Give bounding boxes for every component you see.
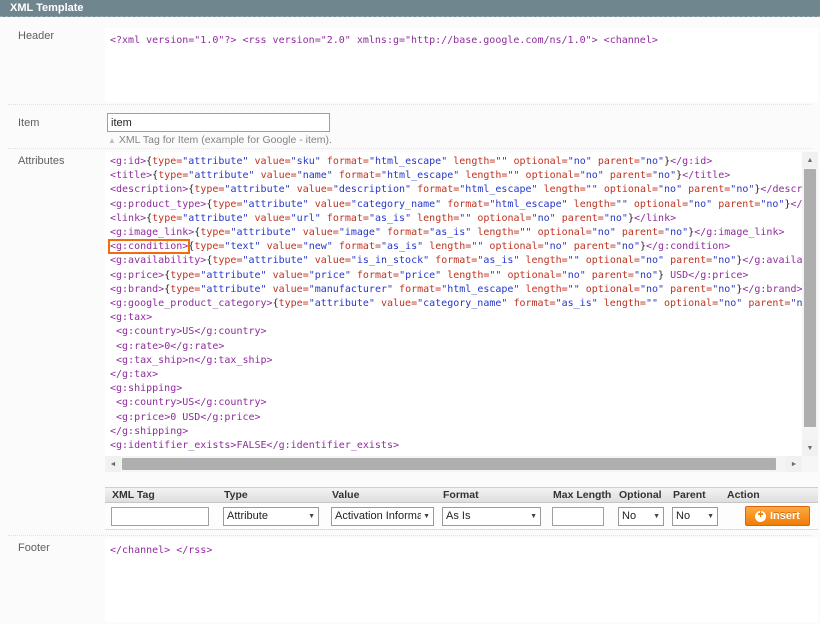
col-header-max-length: Max Length [546, 489, 612, 501]
code-line: </g:shipping> [110, 425, 802, 439]
table-input-row: Attribute ▼ Activation Informatio ▼ As I… [105, 503, 818, 530]
attribute-insert-table: XML Tag Type Value Format Max Length Opt… [105, 487, 818, 530]
insert-button[interactable]: + Insert [745, 506, 810, 526]
chevron-down-icon: ▼ [707, 513, 714, 520]
col-header-format: Format [436, 489, 546, 501]
chevron-down-icon: ▼ [653, 513, 660, 520]
code-line: <g:condition>{type="text" value="new" fo… [110, 240, 802, 254]
scroll-right-icon[interactable]: ► [786, 456, 802, 472]
format-select[interactable]: As Is ▼ [442, 507, 541, 526]
code-line: <g:identifier_exists>FALSE</g:identifier… [110, 439, 802, 453]
code-line: <g:tax_ship>n</g:tax_ship> [110, 354, 802, 368]
page-title: XML Template [0, 0, 820, 17]
type-select-value: Attribute [227, 510, 306, 522]
plus-circle-icon: + [755, 511, 766, 522]
note-triangle-icon: ▲ [108, 136, 116, 145]
code-line: </g:tax> [110, 368, 802, 382]
attributes-template-editor[interactable]: <g:id>{type="attribute" value="sku" form… [105, 152, 818, 472]
value-select-value: Activation Informatio [335, 510, 421, 522]
optional-select[interactable]: No ▼ [618, 507, 664, 526]
col-header-xml-tag: XML Tag [105, 489, 217, 501]
code-line: <description>{type="attribute" value="de… [110, 183, 802, 197]
header-template-editor[interactable]: <?xml version="1.0"?> <rss version="2.0"… [105, 28, 818, 102]
code-line: <g:image_link>{type="attribute" value="i… [110, 226, 802, 240]
horizontal-scrollbar[interactable]: ◄ ► [105, 456, 802, 472]
code-line: <g:brand>{type="attribute" value="manufa… [110, 283, 802, 297]
horizontal-scrollbar-thumb[interactable] [122, 458, 776, 470]
code-line: <g:tax> [110, 311, 802, 325]
code-line: <g:price>0 USD</g:price> [110, 411, 802, 425]
code-line: <g:id>{type="attribute" value="sku" form… [110, 155, 802, 169]
chevron-down-icon: ▼ [423, 513, 430, 520]
code-line: <g:rate>0</g:rate> [110, 340, 802, 354]
item-label: Item [18, 117, 39, 129]
vertical-scrollbar-thumb[interactable] [804, 169, 816, 427]
item-note: ▲XML Tag for Item (example for Google - … [108, 134, 332, 146]
code-line: <g:price>{type="attribute" value="price"… [110, 269, 802, 283]
type-select[interactable]: Attribute ▼ [223, 507, 319, 526]
scroll-down-icon[interactable]: ▼ [802, 440, 818, 456]
attributes-label: Attributes [18, 155, 64, 167]
col-header-parent: Parent [666, 489, 720, 501]
table-header-row: XML Tag Type Value Format Max Length Opt… [105, 487, 818, 503]
col-header-value: Value [325, 489, 436, 501]
col-header-action: Action [720, 489, 818, 501]
code-line: <g:country>US</g:country> [110, 396, 802, 410]
section-divider [8, 104, 812, 105]
scroll-up-icon[interactable]: ▲ [802, 152, 818, 168]
code-line: <title>{type="attribute" value="name" fo… [110, 169, 802, 183]
max-length-input[interactable] [552, 507, 604, 526]
section-divider [8, 148, 812, 149]
col-header-optional: Optional [612, 489, 666, 501]
col-header-type: Type [217, 489, 325, 501]
scroll-left-icon[interactable]: ◄ [105, 456, 121, 472]
section-divider [8, 535, 812, 536]
item-tag-input[interactable] [107, 113, 330, 132]
parent-select[interactable]: No ▼ [672, 507, 718, 526]
attributes-code-view[interactable]: <g:id>{type="attribute" value="sku" form… [105, 152, 802, 456]
footer-label: Footer [18, 542, 50, 554]
parent-select-value: No [676, 510, 705, 522]
optional-select-value: No [622, 510, 651, 522]
code-line: <g:availability>{type="attribute" value=… [110, 254, 802, 268]
xml-tag-input[interactable] [111, 507, 209, 526]
insert-button-label: Insert [770, 510, 800, 522]
code-line: <g:product_type>{type="attribute" value=… [110, 198, 802, 212]
footer-template-editor[interactable]: </channel> </rss> [105, 538, 818, 622]
header-label: Header [18, 30, 54, 42]
value-select[interactable]: Activation Informatio ▼ [331, 507, 434, 526]
vertical-scrollbar[interactable]: ▲ ▼ [802, 152, 818, 456]
code-line: <link>{type="attribute" value="url" form… [110, 212, 802, 226]
chevron-down-icon: ▼ [308, 513, 315, 520]
format-select-value: As Is [446, 510, 528, 522]
item-note-text: XML Tag for Item (example for Google - i… [119, 134, 332, 146]
scrollbar-corner [802, 456, 818, 472]
code-line: <g:country>US</g:country> [110, 325, 802, 339]
chevron-down-icon: ▼ [530, 513, 537, 520]
code-line: <g:shipping> [110, 382, 802, 396]
code-line: <g:google_product_category>{type="attrib… [110, 297, 802, 311]
